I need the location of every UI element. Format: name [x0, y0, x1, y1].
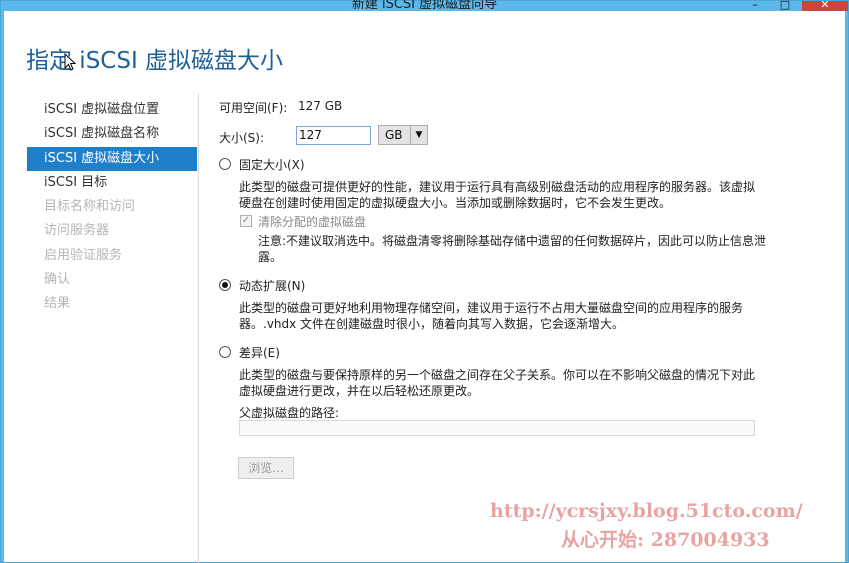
clear-disk-note: 注意:不建议取消选中。将磁盘清零将删除基础存储中遗留的任何数据碎片，因此可以防止… [258, 234, 767, 264]
differencing-description: 此类型的磁盘与要保持原样的另一个磁盘之间存在父子关系。你可以在不影响父磁盘的情况… [239, 368, 756, 398]
title-bar[interactable]: 新建 iSCSI 虚拟磁盘向导 – □ ✕ [1, 0, 848, 12]
dynamic-expand-radio[interactable] [219, 279, 231, 291]
maximize-button[interactable]: □ [770, 0, 800, 11]
clear-disk-checkbox[interactable]: ✓ [240, 215, 252, 227]
watermark-contact: 从心开始: 287004933 [561, 529, 770, 551]
size-unit-value: GB [385, 128, 403, 142]
nav-item-enable-auth: 启用验证服务 [44, 247, 123, 263]
wizard-window: 新建 iSCSI 虚拟磁盘向导 – □ ✕ 指定 iSCSI 虚拟磁盘大小 iS… [0, 0, 849, 563]
free-space-label: 可用空间(F): [219, 101, 288, 115]
differencing-radio[interactable] [219, 346, 231, 358]
nav-item-target-name-access: 目标名称和访问 [44, 199, 136, 215]
close-button[interactable]: ✕ [802, 0, 848, 11]
size-unit-select[interactable]: GB ▼ [378, 125, 428, 145]
watermark-url: http://ycrsjxy.blog.51cto.com/ [490, 500, 803, 522]
parent-path-label: 父虚拟磁盘的路径: [239, 406, 340, 420]
chevron-down-icon[interactable]: ▼ [410, 126, 427, 144]
free-space-value: 127 GB [298, 99, 343, 113]
nav-item-results: 结果 [44, 296, 71, 312]
nav-item-access-servers: 访问服务器 [44, 223, 110, 239]
mouse-cursor-icon [64, 53, 76, 71]
fixed-size-label[interactable]: 固定大小(X) [239, 156, 305, 173]
window-frame-left [1, 11, 4, 562]
clear-disk-label[interactable]: 清除分配的虚拟磁盘 [258, 213, 366, 230]
nav-item-disk-name[interactable]: iSCSI 虚拟磁盘名称 [27, 122, 197, 146]
nav-item-disk-size[interactable]: iSCSI 虚拟磁盘大小 [27, 146, 197, 171]
nav-item-target[interactable]: iSCSI 目标 [27, 171, 197, 195]
nav-divider [198, 93, 199, 563]
dynamic-expand-label[interactable]: 动态扩展(N) [239, 277, 305, 294]
size-input[interactable]: 127 [296, 126, 371, 145]
nav-item-disk-location[interactable]: iSCSI 虚拟磁盘位置 [27, 98, 197, 122]
differencing-label[interactable]: 差异(E) [239, 344, 280, 361]
parent-path-input[interactable] [239, 420, 755, 436]
window-title: 新建 iSCSI 虚拟磁盘向导 [351, 0, 498, 12]
size-label: 大小(S): [219, 131, 265, 145]
browse-button[interactable]: 浏览... [238, 457, 294, 479]
wizard-nav: iSCSI 虚拟磁盘位置 iSCSI 虚拟磁盘名称 iSCSI 虚拟磁盘大小 i… [27, 98, 197, 317]
fixed-size-description: 此类型的磁盘可提供更好的性能，建议用于运行具有高级别磁盘活动的应用程序的服务器。… [239, 180, 756, 210]
check-icon: ✓ [241, 215, 251, 226]
minimize-button[interactable]: – [740, 0, 770, 11]
dynamic-expand-description: 此类型的磁盘可更好地利用物理存储空间，建议用于运行不占用大量磁盘空间的应用程序的… [239, 301, 744, 331]
window-frame-right [845, 11, 848, 562]
fixed-size-radio[interactable] [219, 158, 231, 170]
nav-item-confirm: 确认 [44, 272, 71, 288]
